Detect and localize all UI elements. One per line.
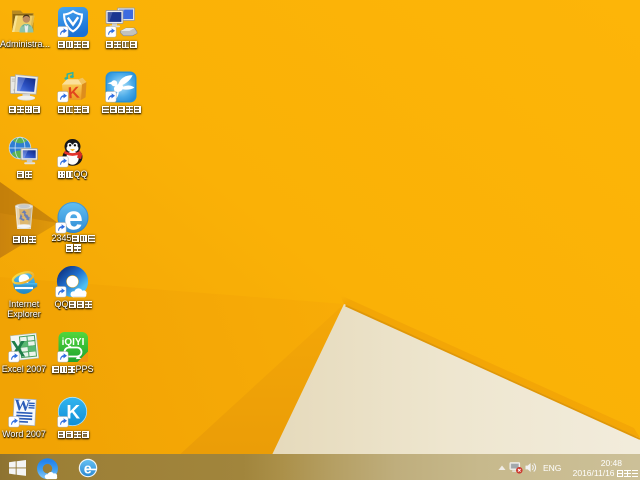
svg-text:K: K: [67, 85, 80, 103]
svg-text:W: W: [14, 397, 31, 415]
svg-text:iQIYI: iQIYI: [62, 337, 85, 348]
